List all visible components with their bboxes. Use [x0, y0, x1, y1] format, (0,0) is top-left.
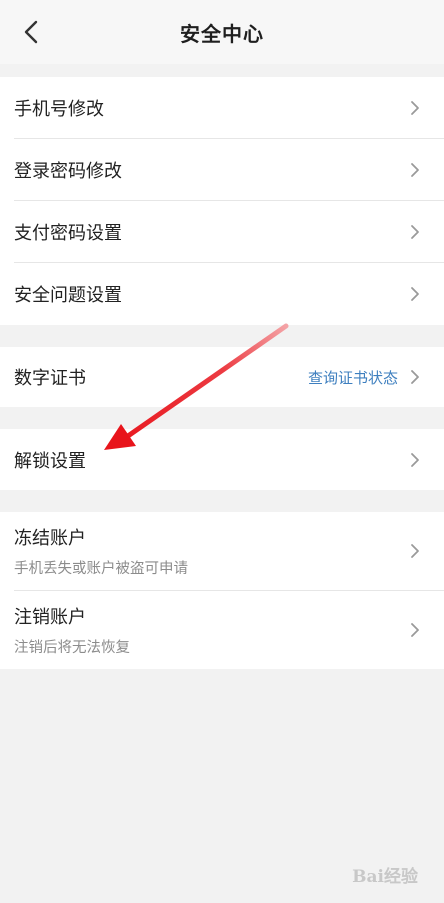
- chevron-right-icon: [408, 161, 422, 179]
- chevron-right-icon: [408, 223, 422, 241]
- close-account-description: 注销后将无法恢复: [14, 639, 130, 656]
- unlock-settings-label: 解锁设置: [14, 450, 86, 472]
- chevron-right-icon: [408, 542, 422, 560]
- account-settings-group: 手机号修改 登录密码修改 支付密码设置 安全问题设置: [0, 77, 444, 325]
- payment-password-item[interactable]: 支付密码设置: [0, 201, 444, 263]
- chevron-right-icon: [408, 451, 422, 469]
- chevron-right-icon: [408, 621, 422, 639]
- digital-certificate-item[interactable]: 数字证书 查询证书状态: [0, 347, 444, 407]
- login-password-change-item[interactable]: 登录密码修改: [0, 139, 444, 201]
- login-password-change-label: 登录密码修改: [14, 161, 122, 182]
- phone-change-item[interactable]: 手机号修改: [0, 77, 444, 139]
- chevron-right-icon: [408, 99, 422, 117]
- security-center-screen: 安全中心 手机号修改 登录密码修改 支付密码设置 安全问题设置 数字证书 查询证…: [0, 0, 444, 903]
- digital-certificate-label: 数字证书: [14, 368, 86, 389]
- payment-password-label: 支付密码设置: [14, 223, 122, 244]
- close-account-item[interactable]: 注销账户 注销后将无法恢复: [0, 591, 444, 670]
- nav-bar: 安全中心: [0, 0, 444, 64]
- security-question-label: 安全问题设置: [14, 285, 122, 306]
- freeze-account-label: 冻结账户: [14, 528, 86, 550]
- close-account-label: 注销账户: [14, 606, 86, 628]
- watermark: Bai经验: [352, 867, 418, 887]
- chevron-right-icon: [408, 285, 422, 303]
- account-danger-group: 冻结账户 手机丢失或账户被盗可申请 注销账户 注销后将无法恢复: [0, 512, 444, 669]
- page-title: 安全中心: [180, 21, 264, 46]
- back-button[interactable]: [14, 17, 48, 47]
- phone-change-label: 手机号修改: [14, 99, 104, 120]
- certificate-status-link[interactable]: 查询证书状态: [308, 367, 398, 388]
- security-question-item[interactable]: 安全问题设置: [0, 263, 444, 325]
- unlock-group: 解锁设置: [0, 429, 444, 490]
- unlock-settings-item[interactable]: 解锁设置: [0, 429, 444, 490]
- chevron-right-icon: [408, 368, 422, 386]
- certificate-group: 数字证书 查询证书状态: [0, 347, 444, 407]
- freeze-account-description: 手机丢失或账户被盗可申请: [14, 561, 188, 578]
- freeze-account-item[interactable]: 冻结账户 手机丢失或账户被盗可申请: [0, 512, 444, 591]
- chevron-left-icon: [24, 20, 38, 44]
